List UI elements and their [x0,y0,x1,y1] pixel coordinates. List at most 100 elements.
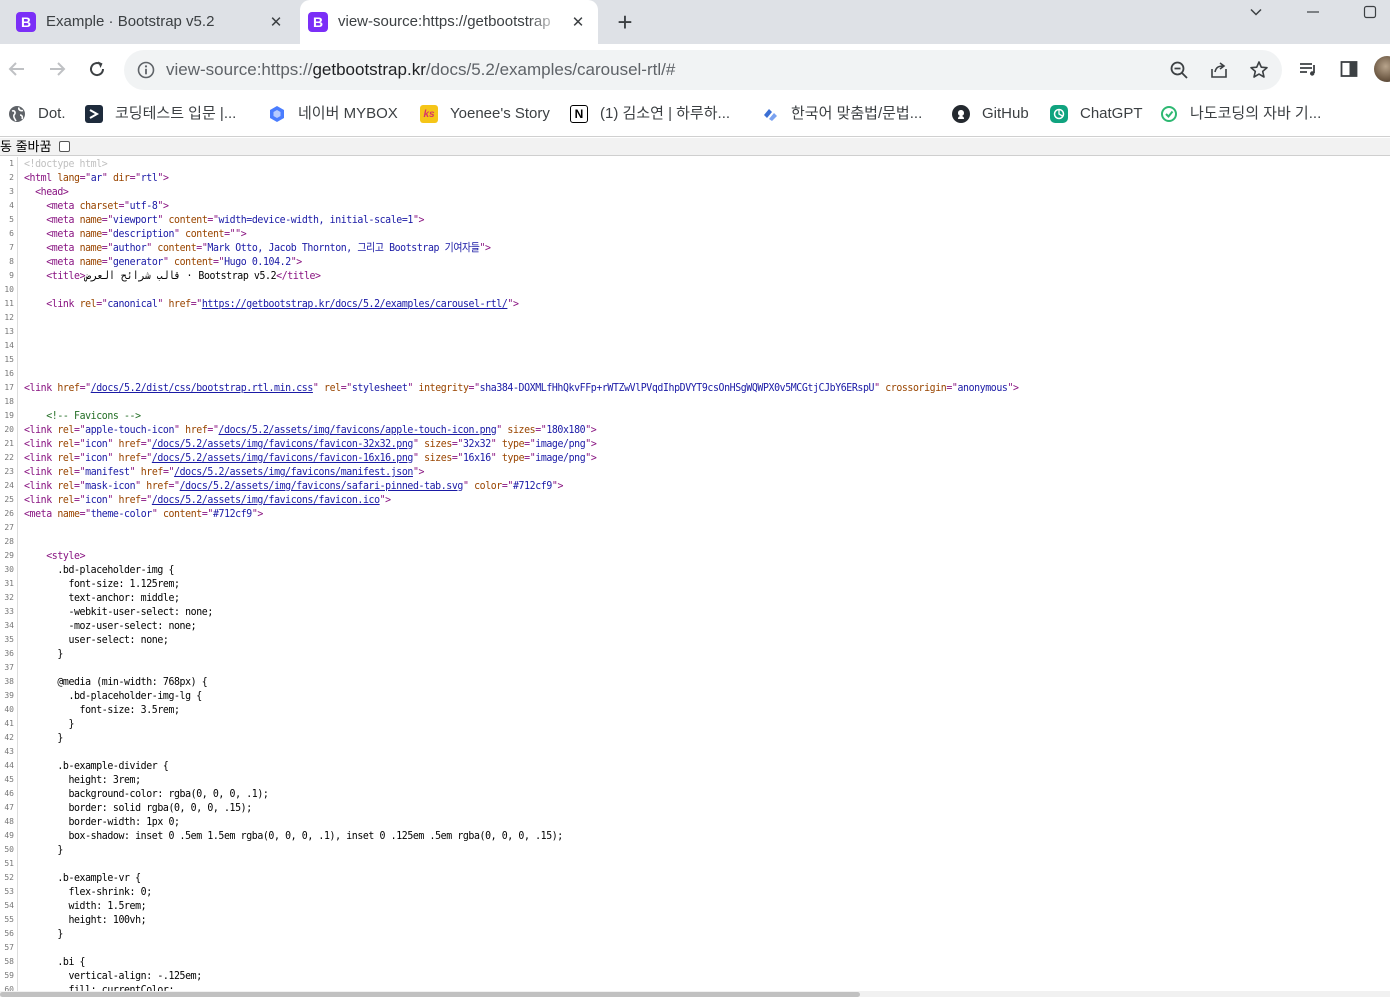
line-number: 32 [4,593,14,602]
line-number: 5 [9,215,14,224]
source-token: charset [79,199,119,212]
new-tab-button[interactable]: + [612,9,638,36]
line-number: 27 [4,523,14,532]
source-token: =" [129,171,142,184]
maximize-icon[interactable] [1355,4,1385,24]
reload-icon[interactable] [82,54,112,84]
back-icon[interactable] [2,54,32,84]
source-link[interactable]: /docs/5.2/assets/img/favicons/safari-pin… [180,479,464,492]
source-token: <style> [46,549,86,562]
media-queue-icon[interactable] [1293,54,1323,84]
source-token: 180x180 [546,423,586,436]
profile-avatar[interactable] [1372,54,1390,84]
source-token: } [24,647,63,660]
url-text[interactable]: view-source:https://getbootstrap.kr/docs… [166,60,675,80]
source-token: =" [190,297,203,310]
line-number: 45 [4,775,14,784]
bookmark-programmers[interactable]: 코딩테스트 입문 |... [85,102,236,126]
line-number: 42 [4,733,14,742]
close-icon[interactable]: ✕ [264,10,288,34]
source-token: sha384-DOXMLfHhQkvFFp+rWTZwVlPVqdIhpDVYT… [479,381,875,394]
close-icon[interactable]: ✕ [566,10,590,34]
source-token: icon [85,437,108,450]
source-line: fill: currentColor; [24,983,174,991]
tab-title: Example · Bootstrap v5.2 [46,13,215,30]
bookmark-mybox[interactable]: 네이버 MYBOX [268,102,398,126]
source-line: background-color: rgba(0, 0, 0, .1); [24,787,268,801]
tab-view-source[interactable]: B view-source:https://getbootstrap ✕ [300,0,598,44]
source-token: integrity [418,381,469,394]
source-token: anonymous [957,381,1008,394]
bookmark-dot[interactable]: Dot. [8,102,66,126]
source-token: <meta [46,227,80,240]
source-link[interactable]: /docs/5.2/assets/img/favicons/apple-touc… [219,423,497,436]
source-token: =" [79,507,92,520]
source-token: =" [196,241,208,254]
line-number: 33 [4,607,14,616]
source-token [24,297,46,310]
source-token: " [174,227,186,240]
source-token: =" [96,297,108,310]
bookmark-nadocoding[interactable]: 나도코딩의 자바 기... [1160,102,1321,126]
source-token: generator [112,255,163,268]
source-line: text-anchor: middle; [24,591,180,605]
source-line: <link href="/docs/5.2/dist/css/bootstrap… [24,381,1019,395]
source-line: -webkit-user-select: none; [24,605,213,619]
source-link[interactable]: /docs/5.2/assets/img/favicons/manifest.j… [174,465,413,478]
source-line: } [24,843,63,857]
source-token: =" [140,451,153,464]
share-icon[interactable] [1207,58,1231,82]
source-line: .b-example-vr { [24,871,141,885]
scrollbar-thumb[interactable] [0,992,860,997]
source-link[interactable]: /docs/5.2/assets/img/favicons/favicon-16… [152,451,414,464]
source-line: <title>قالب شرائح العرض · Bootstrap v5.2… [24,269,321,283]
bookmark-notion[interactable]: N (1) 김소연 | 하루하... [570,102,730,126]
address-bar[interactable]: view-source:https://getbootstrap.kr/docs… [124,50,1282,90]
bookmark-github[interactable]: GitHub [952,102,1029,126]
line-number: 44 [4,761,14,770]
source-token [24,227,46,240]
source-token: " [157,213,169,226]
side-panel-icon[interactable] [1334,54,1364,84]
source-line: <link rel="icon" href="/docs/5.2/assets/… [24,493,391,507]
bookmark-tistory[interactable]: ks Yoenee's Story [420,102,550,126]
minimize-icon[interactable] [1298,4,1328,24]
tab-search-icon[interactable] [1241,4,1271,24]
forward-icon[interactable] [42,54,72,84]
source-token: <meta [46,213,80,226]
source-link[interactable]: /docs/5.2/dist/css/bootstrap.rtl.min.css [91,381,314,394]
tab-example-bootstrap[interactable]: B Example · Bootstrap v5.2 ✕ [8,0,296,44]
source-token: =" [162,465,175,478]
source-token: font-size: 3.5rem; [24,703,180,716]
bookmark-star-icon[interactable] [1247,58,1271,82]
source-line: <meta name="description" content=""> [24,227,246,241]
site-info-icon[interactable] [134,58,158,82]
zoom-icon[interactable] [1167,58,1191,82]
source-line: } [24,717,74,731]
url-host: getbootstrap.kr [312,60,426,79]
line-number: 28 [4,537,14,546]
source-line: border: solid rgba(0, 0, 0, .15); [24,801,252,815]
horizontal-scrollbar[interactable] [0,991,1390,997]
source-link[interactable]: /docs/5.2/assets/img/favicons/favicon.ic… [152,493,380,506]
line-number: 47 [4,803,14,812]
source-line: <link rel="canonical" href="https://getb… [24,297,519,311]
bookmark-spellcheck[interactable]: 한국어 맞춤법/문법... [761,102,922,126]
source-link[interactable]: /docs/5.2/assets/img/favicons/favicon-32… [152,437,414,450]
source-token: " [462,479,475,492]
source-token: icon [85,451,108,464]
source-line: <link rel="mask-icon" href="/docs/5.2/as… [24,479,563,493]
bookmark-chatgpt[interactable]: ChatGPT [1050,102,1143,126]
line-wrap-checkbox[interactable] [59,141,70,152]
spellcheck-icon [761,105,779,123]
line-number: 14 [4,341,14,350]
source-link[interactable]: https://getbootstrap.kr/docs/5.2/example… [202,297,508,310]
source-token: } [24,717,75,730]
source-token: sizes [424,451,452,464]
source-token: sizes [424,437,452,450]
source-token: rel [57,479,75,492]
source-token: =" [340,381,353,394]
source-token: font-size: 1.125rem; [24,577,180,590]
nadocoding-icon [1160,105,1178,123]
source-line: <meta name="viewport" content="width=dev… [24,213,424,227]
